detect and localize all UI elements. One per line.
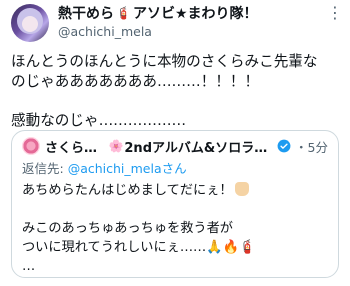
tweet-text: ほんとうのほんとうに本物のさくらみこ先輩な のじゃあああああああ………！！！！ … bbox=[11, 52, 341, 130]
avatar-face bbox=[22, 16, 38, 32]
quoted-line-4: … bbox=[22, 259, 36, 274]
display-name[interactable]: 熱干めら bbox=[58, 3, 114, 23]
raised-hand-icon bbox=[234, 182, 249, 196]
quoted-line-3: ついに現れてうれしいにぇ……🙏🔥🧯 bbox=[22, 240, 256, 255]
reply-mention[interactable]: @achichi_melaさん bbox=[68, 161, 187, 176]
avatar[interactable] bbox=[11, 4, 49, 42]
name-row: 熱干めら 🧯 アソビ★まわり隊！ bbox=[58, 3, 343, 23]
quoted-text: あちめらたんはじめましてだにぇ！ みこのあっちゅあっちゅを救う者が ついに現れて… bbox=[22, 181, 328, 276]
handle[interactable]: @achichi_mela bbox=[58, 24, 343, 39]
tweet-text-line-1: ほんとうのほんとうに本物のさくらみこ先輩な bbox=[11, 53, 318, 70]
fire-extinguisher-icon: 🧯 bbox=[116, 6, 131, 20]
quoted-avatar[interactable] bbox=[22, 137, 40, 155]
emoji-group-icon: 🙏🔥🧯 bbox=[206, 240, 256, 255]
quoted-header: さくらみこ 🌸 2ndアルバム&ソロライ… ・5分 bbox=[22, 137, 328, 155]
reply-prefix: 返信先: bbox=[22, 161, 68, 176]
quoted-time[interactable]: ・5分 bbox=[295, 137, 328, 155]
tweet-text-line-3: 感動なのじゃ……………… bbox=[11, 111, 187, 129]
display-name-suffix[interactable]: アソビ★まわり隊！ bbox=[133, 3, 258, 23]
cherry-blossom-icon: 🌸 bbox=[108, 139, 124, 153]
tweet-header: 熱干めら 🧯 アソビ★まわり隊！ @achichi_mela ⋮ bbox=[58, 3, 343, 39]
quoted-line-1: あちめらたんはじめましてだにぇ！ bbox=[22, 181, 328, 200]
quoted-display-name[interactable]: さくらみこ bbox=[45, 137, 107, 156]
quoted-display-name-rest[interactable]: 2ndアルバム&ソロライ… bbox=[124, 137, 274, 156]
tweet-text-line-2: のじゃあああああああ………！！！！ bbox=[11, 72, 260, 90]
more-vertical-icon[interactable]: ⋮ bbox=[327, 3, 343, 22]
tweet[interactable]: 熱干めら 🧯 アソビ★まわり隊！ @achichi_mela ⋮ ほんとうのほん… bbox=[0, 0, 350, 286]
reply-to: 返信先: @achichi_melaさん bbox=[22, 158, 328, 176]
verified-badge-icon bbox=[277, 139, 291, 153]
quoted-tweet[interactable]: さくらみこ 🌸 2ndアルバム&ソロライ… ・5分 返信先: @achichi_… bbox=[11, 130, 339, 278]
quoted-line-2: みこのあっちゅあっちゅを救う者が bbox=[22, 221, 233, 236]
